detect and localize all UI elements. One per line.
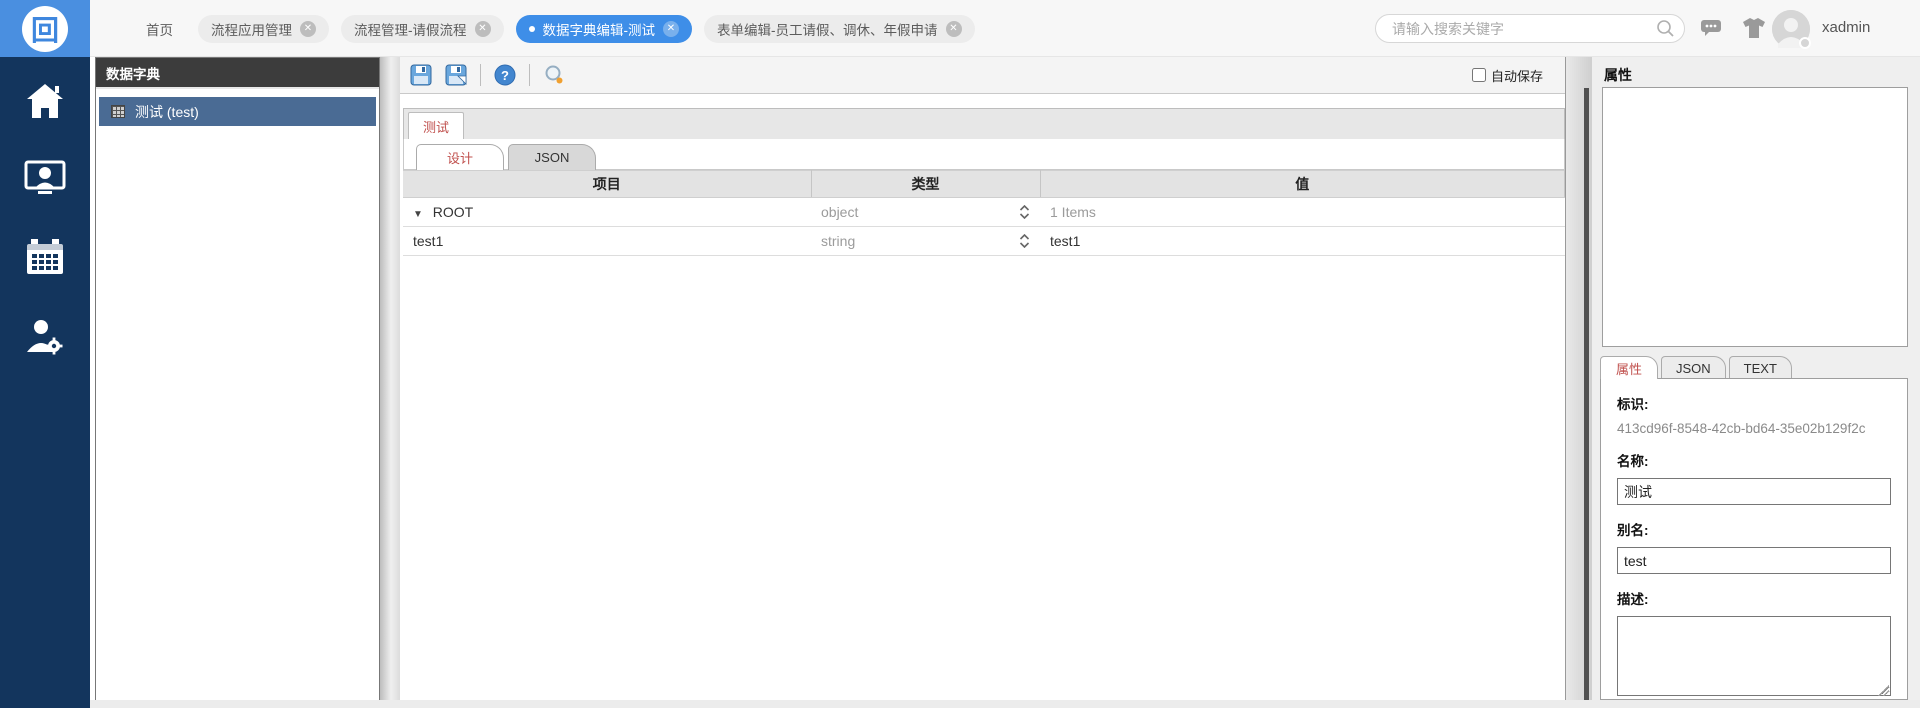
properties-panel: 属性 属性 JSON TEXT 标识: 413cd96f-8548-42cb-b… [1592,57,1920,708]
field-label-name: 名称: [1617,454,1649,469]
column-header-type[interactable]: 类型 [811,170,1041,198]
left-splitter[interactable] [380,57,400,708]
sidebar-item-user-settings[interactable] [0,305,90,369]
type-spinner-icon[interactable] [1019,234,1030,248]
doc-tab-test[interactable]: 测试 [408,112,465,139]
tab-label: 表单编辑-员工请假、调休、年假申请 [717,22,938,38]
tab-form-edit[interactable]: 表单编辑-员工请假、调休、年假申请 ✕ [704,14,975,43]
username-label[interactable]: xadmin [1822,19,1870,36]
home-icon [25,83,65,119]
avatar[interactable] [1772,10,1811,49]
calendar-icon [25,238,65,276]
properties-panel-title: 属性 [1604,67,1632,83]
save-icon[interactable] [408,62,434,88]
toolbar-divider [480,64,481,86]
tab-label: 流程应用管理 [211,22,292,38]
description-field[interactable] [1617,616,1891,696]
cell-value[interactable]: test1 [1050,233,1080,249]
cell-value[interactable]: 1 Items [1050,204,1096,220]
field-label-description: 描述: [1617,592,1649,607]
close-icon[interactable]: ✕ [474,20,491,37]
collapse-caret-icon[interactable]: ▼ [413,209,423,220]
app-logo[interactable]: 回 [0,0,90,57]
tab-process-mgmt-leave[interactable]: 流程管理-请假流程 ✕ [341,14,504,43]
help-icon[interactable]: ? [492,62,518,88]
tab-json[interactable]: JSON [508,144,596,170]
close-icon[interactable]: ✕ [663,20,679,37]
search-input[interactable] [1375,14,1685,43]
table-header-row: 项目 类型 值 [403,170,1565,198]
alias-field[interactable] [1617,547,1891,574]
table-row[interactable]: test1 string test1 [403,226,1565,256]
close-icon[interactable]: ✕ [300,20,316,37]
tab-label: 流程管理-请假流程 [354,22,467,38]
table-row[interactable]: ▼ ROOT object 1 Items [403,197,1565,227]
dictionary-grid-icon [111,105,125,118]
right-splitter[interactable] [1566,57,1592,708]
properties-tabstrip: 属性 JSON TEXT [1600,355,1795,379]
close-icon[interactable]: ✕ [945,20,962,37]
save-as-icon[interactable] [443,62,469,88]
tab-label: 数据字典编辑-测试 [542,22,656,38]
tab-label: 首页 [146,22,173,38]
view-tabstrip: 设计 JSON [403,139,1565,170]
document-tabstrip: 测试 [403,108,1565,139]
theme-tshirt-icon[interactable] [1742,18,1766,39]
column-header-item[interactable]: 项目 [403,170,812,198]
type-value[interactable]: object [821,204,858,220]
properties-preview-box [1602,87,1908,347]
editor-toolbar: ? 自动保存 [400,57,1565,94]
tab-home[interactable]: 首页 [133,15,186,43]
icon-sidebar [0,57,90,708]
autosave-label: 自动保存 [1490,68,1543,84]
item-name: test1 [413,233,444,249]
tab-design[interactable]: 设计 [416,144,504,170]
sidebar-item-calendar[interactable] [0,225,90,289]
tree-item-label: 测试 (test) [135,103,199,120]
user-monitor-icon [24,160,66,198]
tree-body: 测试 (test) [96,87,379,126]
user-settings-icon [25,318,65,356]
tree-panel-title: 数据字典 [96,58,379,87]
field-label-alias: 别名: [1617,523,1649,538]
tab-process-app-mgmt[interactable]: 流程应用管理 ✕ [198,14,329,43]
app-logo-icon: 回 [22,5,68,52]
tab-properties[interactable]: 属性 [1600,356,1658,379]
sidebar-item-users[interactable] [0,147,90,211]
tab-properties-text[interactable]: TEXT [1728,356,1792,379]
autosave-checkbox[interactable] [1471,68,1486,82]
field-value-id: 413cd96f-8548-42cb-bd64-35e02b129f2c [1617,421,1866,436]
message-icon[interactable] [1700,18,1722,38]
properties-form: 标识: 413cd96f-8548-42cb-bd64-35e02b129f2c… [1600,378,1908,700]
dictionary-tree-panel: 数据字典 测试 (test) [95,57,380,708]
svg-text:?: ? [501,68,509,83]
active-dot-icon [528,25,535,32]
preview-icon[interactable] [541,62,567,88]
type-spinner-icon[interactable] [1019,205,1030,219]
tab-dict-edit-test[interactable]: 数据字典编辑-测试 ✕ [515,14,692,43]
splitter-handle[interactable] [1584,88,1589,700]
avatar-badge-icon [1799,37,1811,49]
item-name: ROOT [432,204,474,220]
search-icon[interactable] [1656,19,1675,38]
toolbar-divider [529,64,530,86]
name-field[interactable] [1617,478,1891,505]
session-tabs: 首页 流程应用管理 ✕ 流程管理-请假流程 ✕ 数据字典编辑-测试 ✕ 表单编辑… [133,0,975,57]
dictionary-editor: ? 自动保存 测试 设计 JSON 项目 类型 值 ▼ ROOT object … [400,57,1566,700]
tab-properties-json[interactable]: JSON [1661,356,1726,379]
bottom-strip [90,700,1920,708]
sidebar-item-home[interactable] [0,69,90,133]
tree-item-test[interactable]: 测试 (test) [99,97,376,126]
column-header-value[interactable]: 值 [1040,170,1565,198]
global-search [1375,14,1685,43]
type-value[interactable]: string [821,233,855,249]
autosave-toggle[interactable]: 自动保存 [1471,66,1543,85]
topbar: 回 首页 流程应用管理 ✕ 流程管理-请假流程 ✕ 数据字典编辑-测试 ✕ 表单… [0,0,1920,57]
dictionary-table: 项目 类型 值 ▼ ROOT object 1 Items test1 stri… [403,170,1565,256]
field-label-id: 标识: [1617,397,1649,412]
